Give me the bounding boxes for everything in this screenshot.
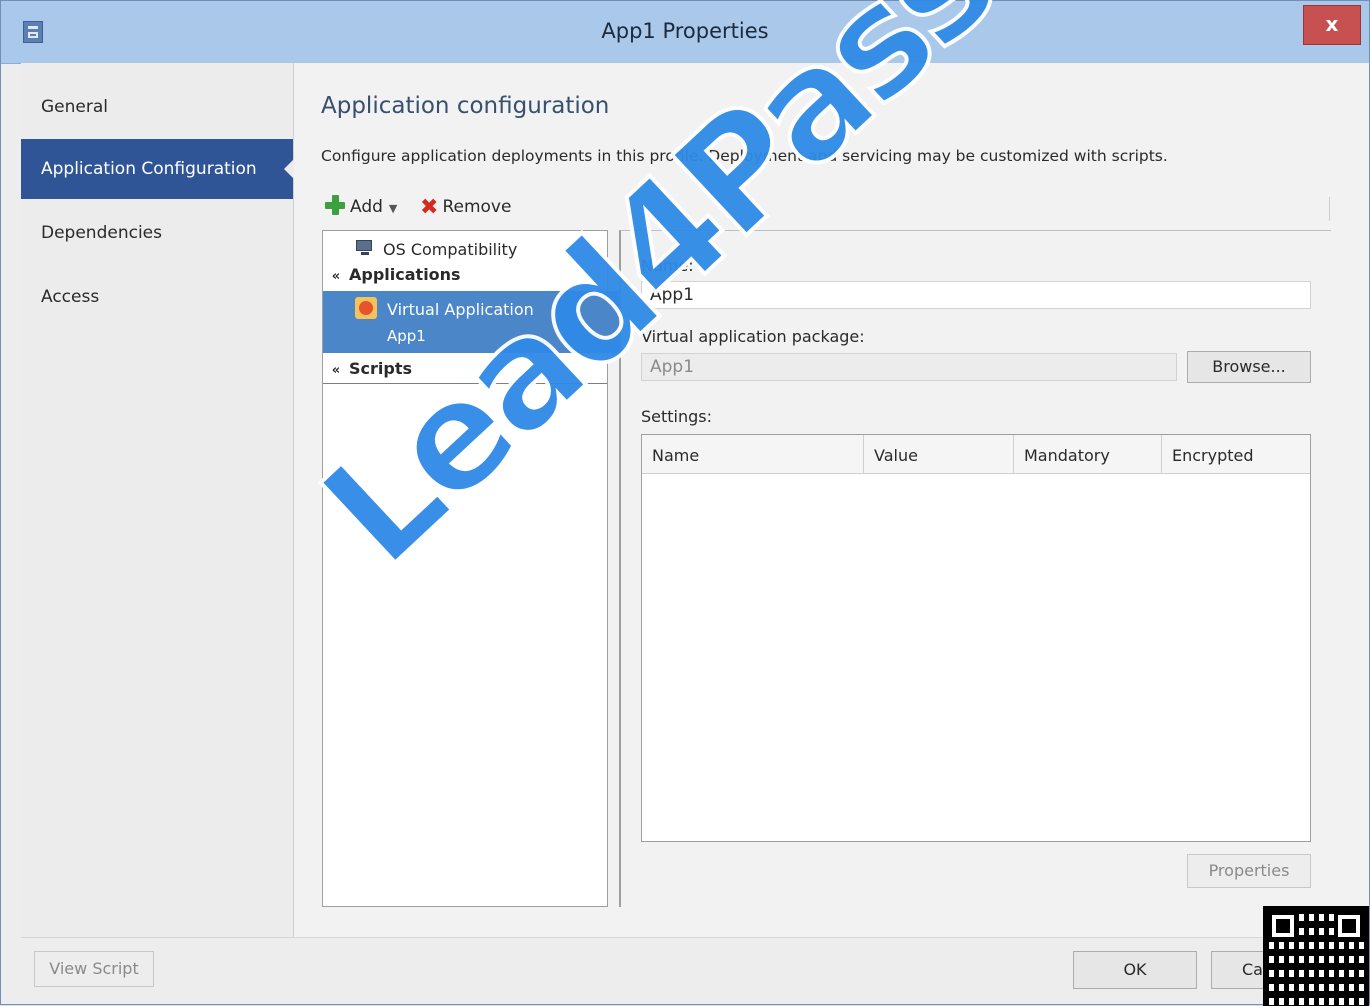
add-label: Add [350,197,383,217]
footer-divider [21,937,1369,938]
ok-button[interactable]: OK [1073,951,1197,989]
remove-button[interactable]: ✖ Remove [420,193,511,222]
plus-icon [324,194,346,216]
x-icon: ✖ [420,195,439,220]
column-header-mandatory[interactable]: Mandatory [1014,435,1162,473]
details-panel: Name: App1 Virtual application package: … [619,230,1331,907]
sidebar-item-access[interactable]: Access [21,267,293,327]
computer-icon [355,240,375,256]
sidebar-item-dependencies[interactable]: Dependencies [21,203,293,263]
properties-dialog: App1 Properties x General Application Co… [0,0,1370,1006]
settings-table-header: Name Value Mandatory Encrypted [642,435,1310,474]
close-button[interactable]: x [1303,5,1361,45]
add-button[interactable]: Add ▼ [324,193,397,223]
sidebar-item-general[interactable]: General [21,77,293,137]
collapse-icon[interactable]: « [329,359,343,383]
virtual-application-icon [355,297,377,319]
settings-label: Settings: [641,407,713,426]
column-header-encrypted[interactable]: Encrypted [1162,435,1310,473]
page-title: Application configuration [321,93,610,119]
column-header-name[interactable]: Name [642,435,864,473]
sidebar: General Application Configuration Depend… [21,63,294,937]
title-bar: App1 Properties x [1,1,1369,64]
window-title: App1 Properties [601,19,769,43]
sidebar-item-application-configuration[interactable]: Application Configuration [21,139,294,199]
applications-header-label: Applications [349,265,461,284]
view-script-button: View Script [34,951,154,987]
virtual-application-subtitle: App1 [387,327,426,345]
chevron-down-icon[interactable]: ▼ [389,202,397,215]
package-field: App1 [641,353,1177,381]
qr-code-image [1263,906,1369,1006]
collapse-icon[interactable]: « [329,265,343,289]
remove-label: Remove [442,197,512,217]
column-header-value[interactable]: Value [864,435,1014,473]
browse-button[interactable]: Browse... [1187,351,1311,383]
properties-button: Properties [1187,854,1311,888]
settings-table: Name Value Mandatory Encrypted [641,434,1311,842]
os-compatibility-label: OS Compatibility [383,240,518,259]
